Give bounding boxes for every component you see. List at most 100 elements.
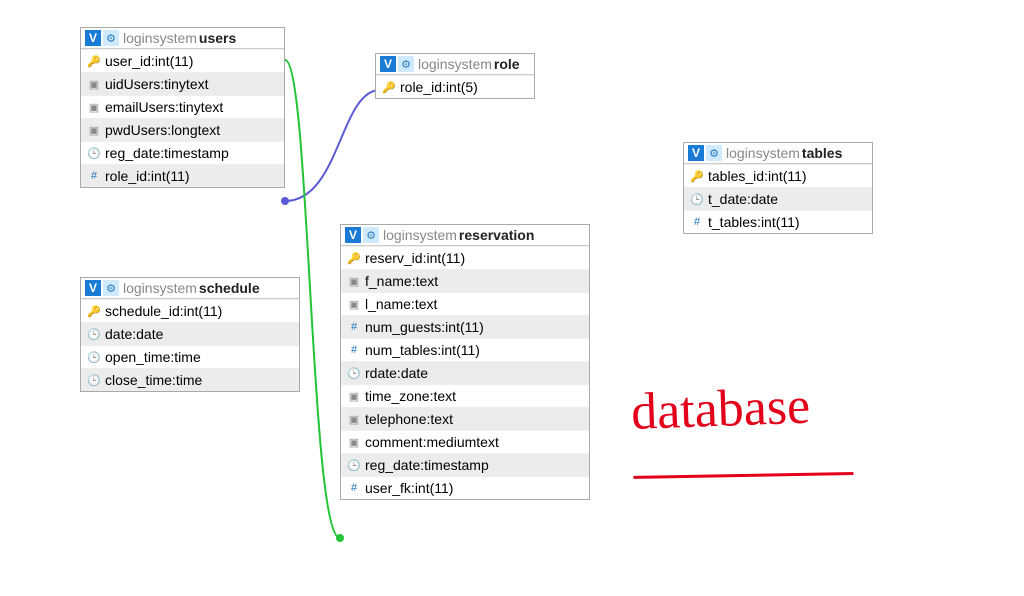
column-row[interactable]: ▣pwdUsers : longtext — [81, 118, 284, 141]
annotation-text: database — [630, 378, 811, 441]
column-name: reg_date — [365, 457, 420, 473]
annotation-underline — [633, 472, 853, 479]
column-type: int(11) — [768, 168, 807, 184]
column-type: timestamp — [164, 145, 229, 161]
column-name: time_zone — [365, 388, 430, 404]
column-name: rdate — [365, 365, 397, 381]
v-icon: V — [85, 280, 101, 296]
table-role[interactable]: V⚙loginsystem role🔑role_id : int(5) — [375, 53, 535, 99]
hash-icon: # — [87, 170, 101, 182]
column-type: int(11) — [426, 250, 465, 266]
column-name: close_time — [105, 372, 172, 388]
column-type: int(11) — [184, 303, 223, 319]
v-icon: V — [345, 227, 361, 243]
column-row[interactable]: 🕒reg_date : timestamp — [81, 141, 284, 164]
column-type: tinytext — [164, 76, 208, 92]
table-reservation[interactable]: V⚙loginsystem reservation🔑reserv_id : in… — [340, 224, 590, 500]
key-icon: 🔑 — [87, 305, 101, 318]
gear-icon[interactable]: ⚙ — [398, 56, 414, 72]
column-name: schedule_id — [105, 303, 180, 319]
column-row[interactable]: #num_tables : int(11) — [341, 338, 589, 361]
key-icon: 🔑 — [690, 170, 704, 183]
column-type: int(11) — [415, 480, 454, 496]
column-type: mediumtext — [426, 434, 498, 450]
column-name: f_name — [365, 273, 412, 289]
column-name: tables_id — [708, 168, 764, 184]
table-name: users — [199, 30, 236, 46]
column-row[interactable]: ▣uidUsers : tinytext — [81, 72, 284, 95]
column-row[interactable]: 🕒open_time : time — [81, 345, 299, 368]
table-name: tables — [802, 145, 842, 161]
column-name: user_fk — [365, 480, 411, 496]
column-name: date — [105, 326, 132, 342]
handwritten-annotation: database — [630, 379, 853, 491]
column-name: telephone — [365, 411, 427, 427]
column-row[interactable]: ▣f_name : text — [341, 269, 589, 292]
clock-icon: 🕒 — [87, 147, 101, 160]
column-name: reg_date — [105, 145, 160, 161]
table-users[interactable]: V⚙loginsystem users🔑user_id : int(11)▣ui… — [80, 27, 285, 188]
column-row[interactable]: 🔑schedule_id : int(11) — [81, 299, 299, 322]
key-icon: 🔑 — [87, 55, 101, 68]
column-type: time — [176, 372, 202, 388]
clock-icon: 🕒 — [347, 367, 361, 380]
column-type: int(11) — [151, 168, 190, 184]
column-name: reserv_id — [365, 250, 423, 266]
column-row[interactable]: #t_tables : int(11) — [684, 210, 872, 233]
column-name: t_tables — [708, 214, 757, 230]
column-type: date — [401, 365, 428, 381]
column-type: text — [416, 273, 439, 289]
column-row[interactable]: 🕒t_date : date — [684, 187, 872, 210]
column-name: emailUsers — [105, 99, 175, 115]
text-icon: ▣ — [347, 275, 361, 288]
column-type: tinytext — [179, 99, 223, 115]
column-type: int(11) — [445, 319, 484, 335]
text-icon: ▣ — [347, 390, 361, 403]
column-name: uidUsers — [105, 76, 160, 92]
v-icon: V — [688, 145, 704, 161]
column-name: t_date — [708, 191, 747, 207]
column-row[interactable]: ▣telephone : text — [341, 407, 589, 430]
text-icon: ▣ — [347, 436, 361, 449]
table-header[interactable]: V⚙loginsystem tables — [684, 143, 872, 164]
clock-icon: 🕒 — [87, 351, 101, 364]
gear-icon[interactable]: ⚙ — [706, 145, 722, 161]
column-name: user_id — [105, 53, 151, 69]
column-type: text — [430, 411, 453, 427]
gear-icon[interactable]: ⚙ — [103, 30, 119, 46]
column-row[interactable]: 🔑role_id : int(5) — [376, 75, 534, 98]
clock-icon: 🕒 — [87, 328, 101, 341]
table-name: schedule — [199, 280, 260, 296]
table-name: role — [494, 56, 520, 72]
column-row[interactable]: #role_id : int(11) — [81, 164, 284, 187]
table-header[interactable]: V⚙loginsystem role — [376, 54, 534, 75]
column-row[interactable]: ▣comment : mediumtext — [341, 430, 589, 453]
column-row[interactable]: 🕒close_time : time — [81, 368, 299, 391]
column-row[interactable]: #user_fk : int(11) — [341, 476, 589, 499]
column-row[interactable]: 🔑reserv_id : int(11) — [341, 246, 589, 269]
column-row[interactable]: ▣time_zone : text — [341, 384, 589, 407]
column-row[interactable]: 🕒rdate : date — [341, 361, 589, 384]
gear-icon[interactable]: ⚙ — [363, 227, 379, 243]
hash-icon: # — [347, 321, 361, 333]
column-row[interactable]: #num_guests : int(11) — [341, 315, 589, 338]
table-header[interactable]: V⚙loginsystem schedule — [81, 278, 299, 299]
table-header[interactable]: V⚙loginsystem users — [81, 28, 284, 49]
column-row[interactable]: 🔑tables_id : int(11) — [684, 164, 872, 187]
table-tables[interactable]: V⚙loginsystem tables🔑tables_id : int(11)… — [683, 142, 873, 234]
column-row[interactable]: ▣emailUsers : tinytext — [81, 95, 284, 118]
column-row[interactable]: 🕒date : date — [81, 322, 299, 345]
column-row[interactable]: 🕒reg_date : timestamp — [341, 453, 589, 476]
text-icon: ▣ — [87, 101, 101, 114]
table-schedule[interactable]: V⚙loginsystem schedule🔑schedule_id : int… — [80, 277, 300, 392]
v-icon: V — [85, 30, 101, 46]
column-row[interactable]: ▣l_name : text — [341, 292, 589, 315]
column-type: date — [751, 191, 778, 207]
column-row[interactable]: 🔑user_id : int(11) — [81, 49, 284, 72]
gear-icon[interactable]: ⚙ — [103, 280, 119, 296]
table-header[interactable]: V⚙loginsystem reservation — [341, 225, 589, 246]
hash-icon: # — [347, 482, 361, 494]
hash-icon: # — [347, 344, 361, 356]
clock-icon: 🕒 — [690, 193, 704, 206]
column-type: int(11) — [441, 342, 480, 358]
